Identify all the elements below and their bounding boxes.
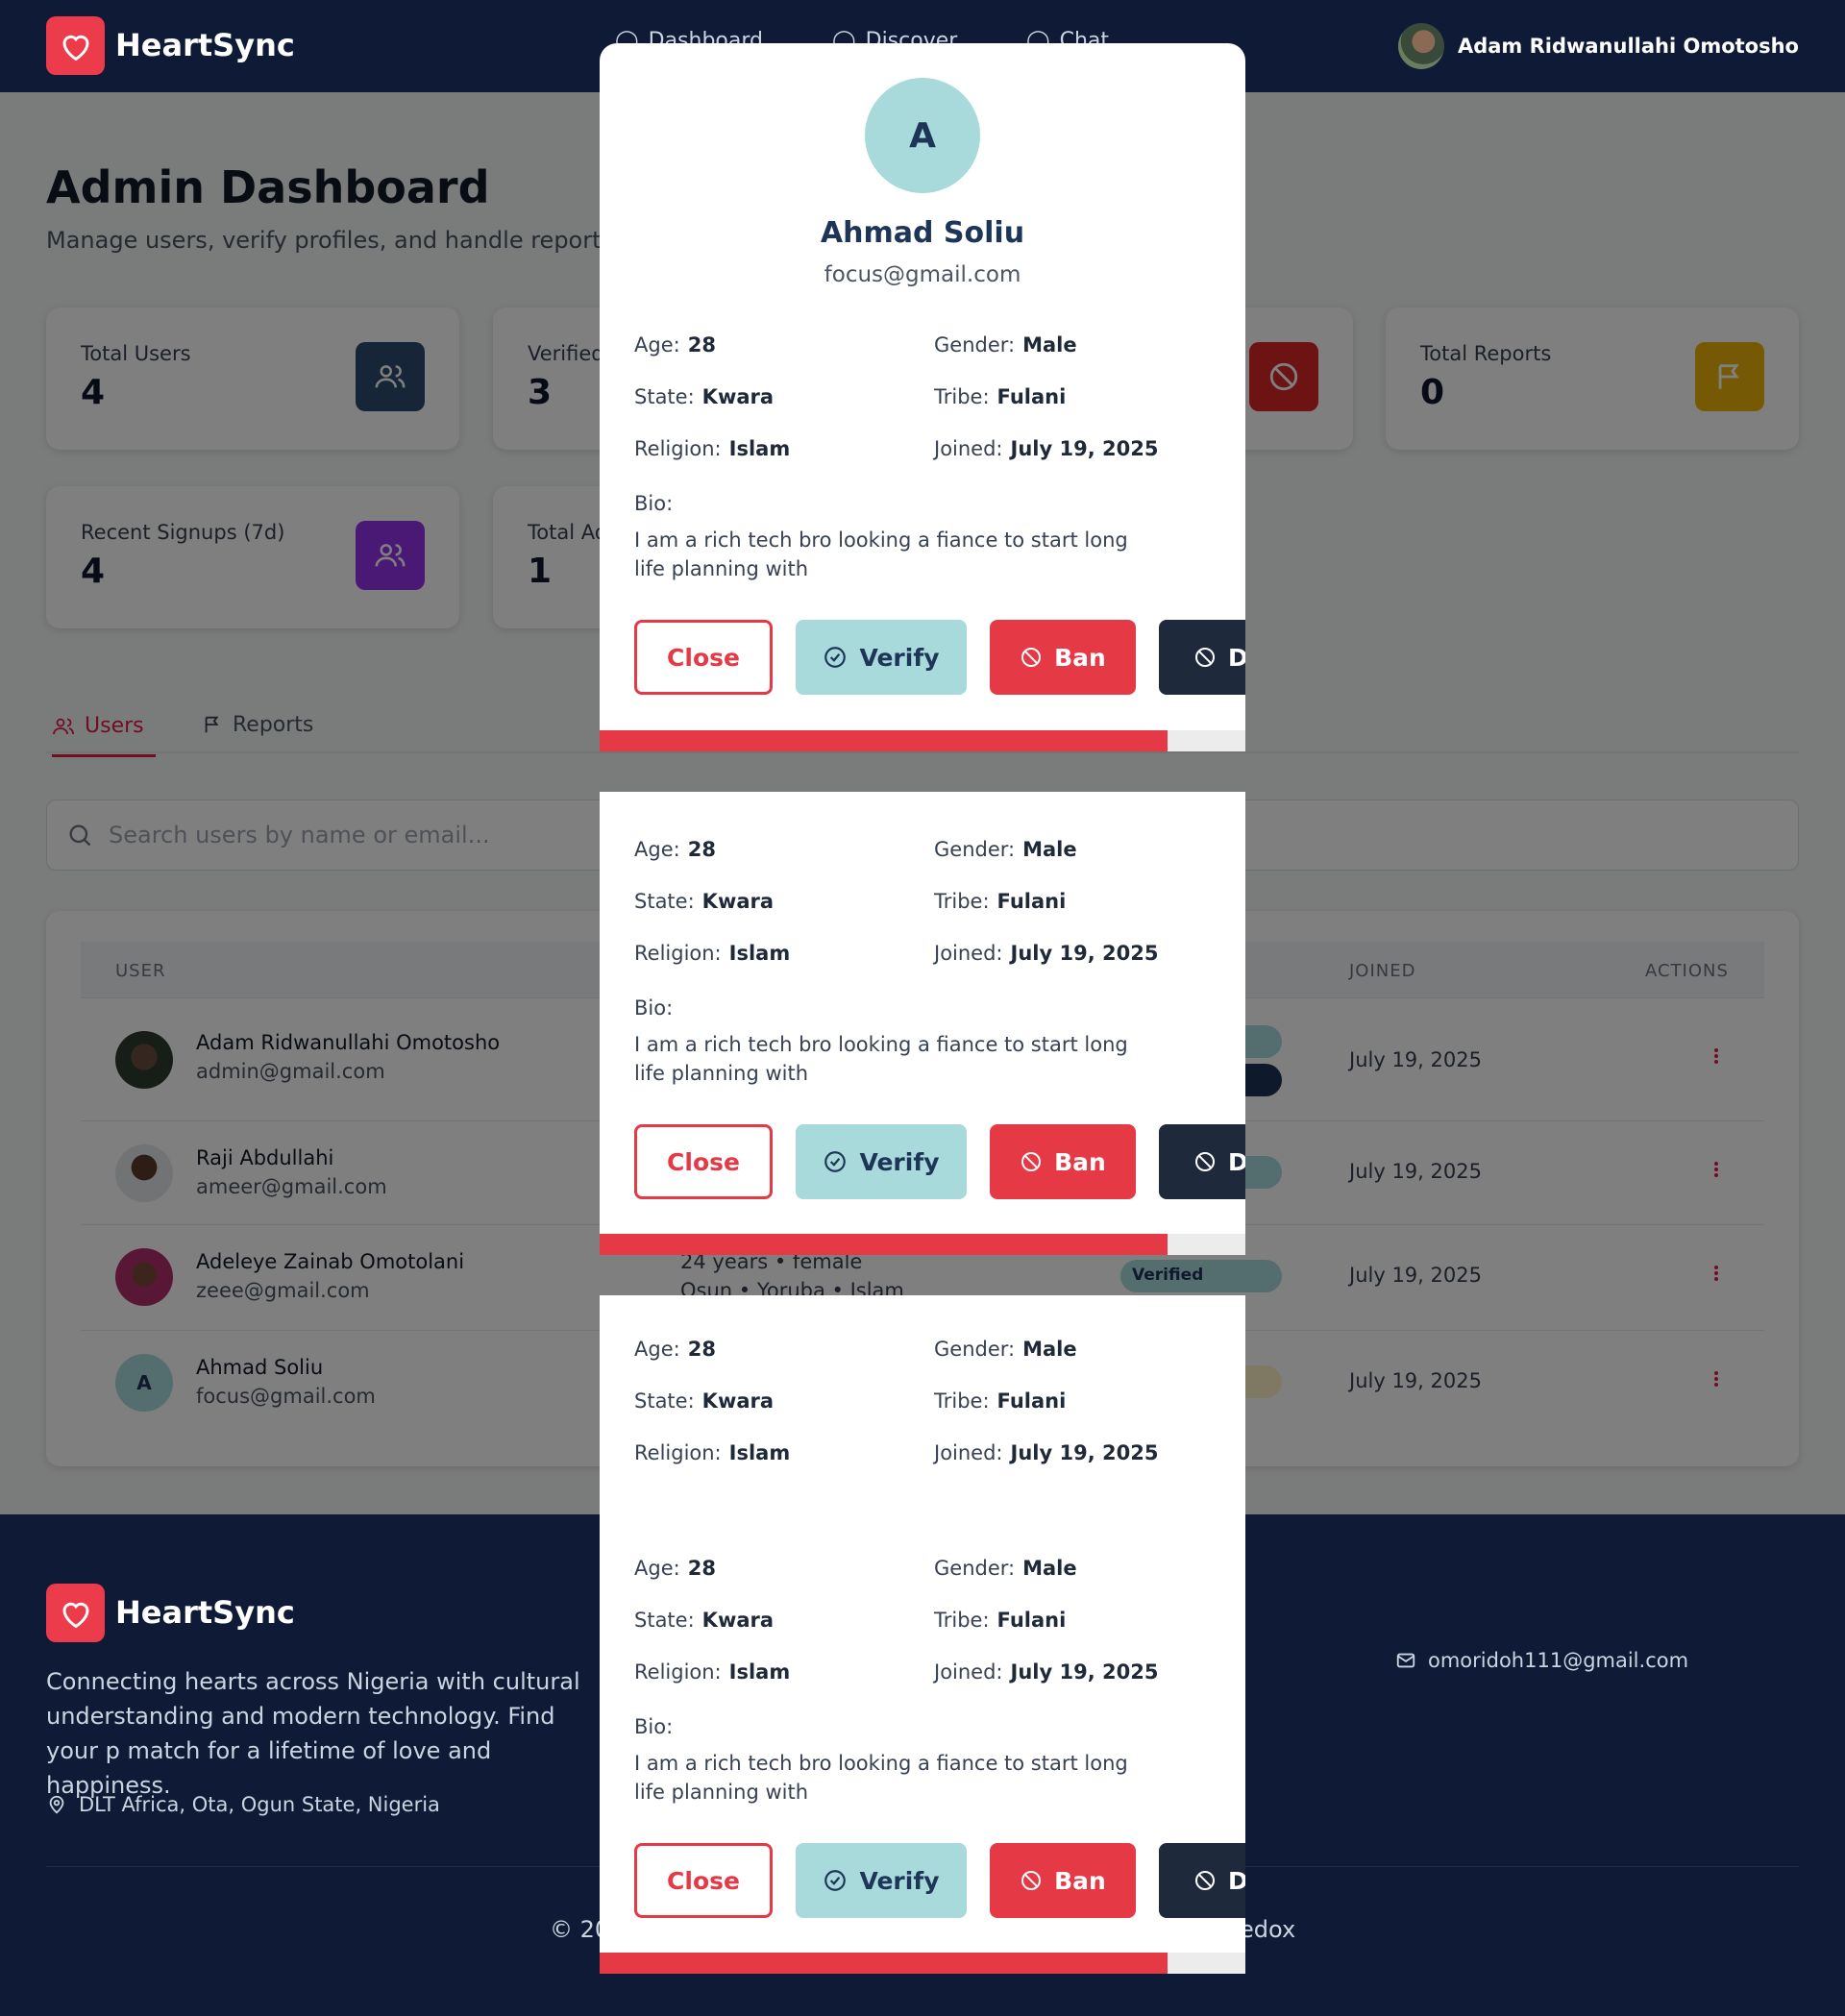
ban-icon bbox=[1195, 1871, 1215, 1890]
email-text: omoridoh111@gmail.com bbox=[1428, 1649, 1689, 1672]
ban-icon bbox=[1021, 1871, 1042, 1890]
state-field: State: Kwara bbox=[634, 890, 775, 913]
religion-field: Religion: Islam bbox=[634, 1441, 791, 1464]
copyright-text-right: edox bbox=[1240, 1916, 1296, 1943]
verify-button[interactable]: Verify bbox=[796, 1843, 967, 1918]
state-field: State: Kwara bbox=[634, 1389, 775, 1413]
close-button[interactable]: Close bbox=[634, 620, 773, 695]
gender-field: Gender: Male bbox=[934, 838, 1077, 861]
joined-field: Joined: July 19, 2025 bbox=[934, 1660, 1159, 1684]
age-field: Age: 28 bbox=[634, 333, 716, 356]
tribe-field: Tribe: Fulani bbox=[934, 1389, 1067, 1413]
progress-bar bbox=[600, 730, 1245, 751]
map-pin-icon bbox=[49, 1795, 64, 1814]
ban-icon bbox=[1021, 1152, 1042, 1171]
footer-description: Connecting hearts across Nigeria with cu… bbox=[46, 1668, 580, 1799]
bio-text: I am a rich tech bro looking a fiance to… bbox=[634, 529, 1128, 580]
ban-button[interactable]: Ban bbox=[990, 1124, 1136, 1199]
verify-button[interactable]: Verify bbox=[796, 1124, 967, 1199]
age-field: Age: 28 bbox=[634, 1557, 716, 1580]
joined-field: Joined: July 19, 2025 bbox=[934, 437, 1159, 460]
religion-field: Religion: Islam bbox=[634, 1660, 791, 1684]
gender-field: Gender: Male bbox=[934, 1557, 1077, 1580]
bio-label: Bio: bbox=[634, 492, 674, 515]
brand-name[interactable]: HeartSync bbox=[115, 27, 295, 63]
user-detail-modal-duplicate: Age: 28 Gender: Male State: Kwara Tribe: Ful… bbox=[600, 1511, 1245, 1974]
progress-bar bbox=[600, 1234, 1245, 1255]
religion-field: Religion: Islam bbox=[634, 942, 791, 965]
religion-field: Religion: Islam bbox=[634, 437, 791, 460]
close-button[interactable]: Close bbox=[634, 1124, 773, 1199]
heart-logo-icon[interactable] bbox=[46, 16, 105, 75]
age-field: Age: 28 bbox=[634, 1338, 716, 1361]
ban-icon bbox=[1195, 1152, 1215, 1171]
delete-button[interactable]: D bbox=[1159, 620, 1245, 695]
joined-field: Joined: July 19, 2025 bbox=[934, 942, 1159, 965]
footer-brand-name: HeartSync bbox=[115, 1594, 295, 1631]
check-circle-icon bbox=[824, 1870, 847, 1891]
ban-button[interactable]: Ban bbox=[990, 1843, 1136, 1918]
verify-button[interactable]: Verify bbox=[796, 620, 967, 695]
check-circle-icon bbox=[824, 647, 847, 668]
ban-icon bbox=[1195, 648, 1215, 667]
bio-label: Bio: bbox=[634, 996, 674, 1020]
modal-user-email: focus@gmail.com bbox=[824, 262, 1021, 287]
bio-text: I am a rich tech bro looking a fiance to… bbox=[634, 1752, 1128, 1804]
location-text: DLT Africa, Ota, Ogun State, Nigeria bbox=[79, 1793, 440, 1816]
bio-label: Bio: bbox=[634, 1715, 674, 1738]
ban-button[interactable]: Ban bbox=[990, 620, 1136, 695]
progress-bar bbox=[600, 1953, 1245, 1974]
user-detail-modal-duplicate: Age: 28 Gender: Male State: Kwara Tribe: Ful… bbox=[600, 1295, 1245, 1511]
avatar: A bbox=[865, 78, 980, 193]
tribe-field: Tribe: Fulani bbox=[934, 1609, 1067, 1632]
user-name: Adam Ridwanullahi Omotosho bbox=[1457, 35, 1799, 58]
close-button[interactable]: Close bbox=[634, 1843, 773, 1918]
check-circle-icon bbox=[824, 1151, 847, 1172]
bio-text: I am a rich tech bro looking a fiance to… bbox=[634, 1033, 1128, 1085]
age-field: Age: 28 bbox=[634, 838, 716, 861]
tribe-field: Tribe: Fulani bbox=[934, 890, 1067, 913]
modal-user-name: Ahmad Soliu bbox=[820, 216, 1025, 250]
state-field: State: Kwara bbox=[634, 385, 775, 408]
footer-email[interactable]: omoridoh111@gmail.com bbox=[1395, 1649, 1688, 1672]
user-detail-modal: A Ahmad Soliu focus@gmail.com Age: 28 Gen… bbox=[600, 43, 1245, 751]
user-menu[interactable]: Adam Ridwanullahi Omotosho bbox=[1397, 23, 1799, 69]
avatar bbox=[1397, 23, 1444, 69]
mail-icon bbox=[1396, 1653, 1415, 1668]
heart-logo-icon bbox=[46, 1584, 105, 1642]
gender-field: Gender: Male bbox=[934, 1338, 1077, 1361]
joined-field: Joined: July 19, 2025 bbox=[934, 1441, 1159, 1464]
ban-icon bbox=[1021, 648, 1042, 667]
delete-button[interactable]: D bbox=[1159, 1124, 1245, 1199]
delete-button[interactable]: D bbox=[1159, 1843, 1245, 1918]
gender-field: Gender: Male bbox=[934, 333, 1077, 356]
state-field: State: Kwara bbox=[634, 1609, 775, 1632]
user-detail-modal-duplicate: Age: 28 Gender: Male State: Kwara Tribe: Ful… bbox=[600, 792, 1245, 1255]
tribe-field: Tribe: Fulani bbox=[934, 385, 1067, 408]
footer-location: DLT Africa, Ota, Ogun State, Nigeria bbox=[46, 1793, 440, 1816]
